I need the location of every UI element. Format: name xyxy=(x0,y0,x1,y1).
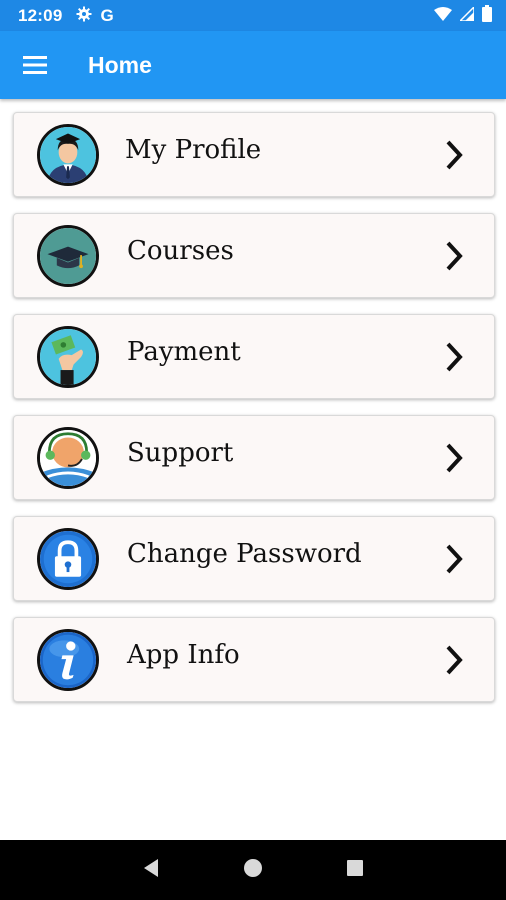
navigation-bar xyxy=(0,840,506,900)
menu-item-my-profile[interactable]: My Profile xyxy=(13,112,495,197)
chevron-right-icon xyxy=(446,241,463,271)
hamburger-menu-icon[interactable] xyxy=(0,31,70,99)
chevron-right-icon xyxy=(446,645,463,675)
menu-item-support[interactable]: Support xyxy=(13,415,495,500)
recents-icon[interactable] xyxy=(345,858,365,882)
menu-item-label: Payment xyxy=(127,336,241,367)
menu-list: My Profile Courses Payment Support Chang… xyxy=(13,112,495,718)
chevron-right-icon xyxy=(446,140,463,170)
support-headset-icon xyxy=(37,426,99,489)
menu-item-label: App Info xyxy=(127,639,240,670)
back-icon[interactable] xyxy=(141,858,161,882)
menu-item-payment[interactable]: Payment xyxy=(13,314,495,399)
menu-item-label: My Profile xyxy=(125,134,262,165)
home-icon[interactable] xyxy=(243,858,263,882)
menu-item-app-info[interactable]: App Info xyxy=(13,617,495,702)
chevron-right-icon xyxy=(446,443,463,473)
battery-icon xyxy=(482,5,492,26)
padlock-icon xyxy=(37,527,99,590)
menu-item-change-password[interactable]: Change Password xyxy=(13,516,495,601)
signal-icon xyxy=(458,5,475,25)
menu-item-label: Courses xyxy=(127,235,234,266)
status-time: 12:09 xyxy=(18,5,63,25)
app-bar: Home xyxy=(0,31,506,99)
chevron-right-icon xyxy=(446,544,463,574)
graduation-cap-icon xyxy=(37,224,99,287)
menu-item-courses[interactable]: Courses xyxy=(13,213,495,298)
status-bar: 12:09 G xyxy=(0,0,506,31)
payment-hand-icon xyxy=(37,325,99,388)
page-title: Home xyxy=(88,51,152,78)
profile-icon xyxy=(37,123,99,186)
menu-item-label: Support xyxy=(127,437,234,468)
menu-item-label: Change Password xyxy=(127,538,362,569)
google-g-icon: G xyxy=(100,5,114,25)
chevron-right-icon xyxy=(446,342,463,372)
wifi-icon xyxy=(434,6,452,25)
info-icon xyxy=(37,628,99,691)
gear-icon xyxy=(76,6,92,26)
